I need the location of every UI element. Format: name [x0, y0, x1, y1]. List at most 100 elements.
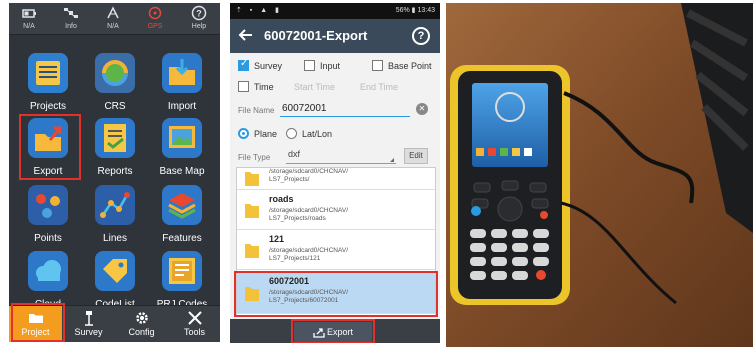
folder-item-root[interactable]: /storage/sdcard0/CHCNAV/ LS7_Projects/ [237, 168, 435, 190]
crs-label: CRS [104, 101, 126, 112]
dropdown-arrow-icon [390, 158, 394, 162]
codelist-icon [95, 251, 135, 291]
help-label: Help [191, 23, 207, 30]
start-time-field[interactable]: Start Time [294, 82, 335, 92]
latlon-label: Lat/Lon [302, 129, 333, 139]
folder-item-roads[interactable]: roads /storage/sdcard0/CHCNAV/ LS7_Proje… [237, 190, 435, 230]
time-checkbox[interactable] [238, 81, 249, 92]
folder-name: roads [269, 194, 294, 204]
latlon-radio[interactable] [286, 128, 297, 139]
nav-config-label: Config [128, 327, 155, 337]
folder-icon [245, 172, 259, 186]
clear-icon[interactable]: ✕ [416, 103, 428, 115]
export-button-highlight-box [291, 319, 375, 343]
folder-path: /storage/sdcard0/CHCNAV/ LS7_Projects/ [269, 168, 348, 183]
help-button-icon[interactable]: ? [412, 27, 430, 45]
status-toolbar: N/A Info N/A GPS ? Help [9, 3, 220, 35]
folder-icon [245, 204, 259, 218]
satellite-status[interactable]: Info [53, 5, 89, 35]
points-button[interactable]: Points [17, 185, 79, 251]
edit-button[interactable]: Edit [404, 148, 428, 164]
lines-label: Lines [103, 233, 127, 244]
folder-icon [245, 244, 259, 258]
import-button[interactable]: Import [151, 53, 213, 119]
folder-path: /storage/sdcard0/CHCNAV/ LS7_Projects/ro… [269, 207, 348, 222]
nav-tools[interactable]: Tools [168, 306, 220, 342]
svg-text:?: ? [196, 9, 202, 19]
android-status-bar: ⇡ ▪ ▲ ▮ 56% ▮ 13:43 [230, 3, 440, 19]
features-button[interactable]: Features [151, 185, 213, 251]
folder-name: 121 [269, 234, 285, 244]
reports-label: Reports [97, 166, 133, 177]
nav-config[interactable]: Config [115, 306, 168, 342]
reports-icon [95, 118, 135, 158]
gear-icon [135, 312, 148, 324]
project-tab-highlight-box [11, 303, 65, 342]
time-label: Time [254, 82, 274, 92]
features-label: Features [162, 233, 202, 244]
base-point-checkbox[interactable] [372, 60, 383, 71]
antenna-icon [107, 6, 119, 19]
crs-button[interactable]: CRS [84, 53, 146, 119]
features-icon [162, 185, 202, 225]
file-type-select[interactable]: dxf [286, 149, 396, 164]
survey-checkbox[interactable] [238, 58, 249, 71]
import-label: Import [167, 101, 197, 112]
tools-icon [187, 311, 202, 325]
points-label: Points [34, 233, 62, 244]
points-icon [28, 185, 68, 225]
base-map-icon [162, 118, 202, 158]
projects-label: Projects [29, 101, 67, 112]
plane-label: Plane [254, 129, 278, 139]
app-bar: 60072001-Export ? [230, 19, 440, 53]
gps-label: GPS [147, 23, 163, 30]
projects-icon [28, 53, 68, 93]
file-type-value: dxf [288, 149, 301, 159]
gps-target-icon [148, 6, 162, 20]
plane-radio[interactable] [238, 128, 249, 139]
selected-folder-highlight-box [234, 271, 438, 317]
base-map-button[interactable]: Base Map [151, 118, 213, 184]
antenna-label: N/A [107, 23, 119, 30]
nav-survey-label: Survey [74, 327, 103, 337]
file-name-label: File Name [238, 106, 275, 115]
export-screen: ⇡ ▪ ▲ ▮ 56% ▮ 13:43 60072001-Export ? Su… [230, 3, 440, 343]
folder-path: /storage/sdcard0/CHCNAV/ LS7_Projects/12… [269, 247, 348, 262]
antenna-status[interactable]: N/A [95, 5, 131, 35]
file-name-input[interactable]: 60072001 [280, 101, 410, 117]
cloud-icon [28, 251, 68, 291]
nav-tools-label: Tools [183, 327, 205, 337]
back-arrow-icon[interactable] [238, 27, 254, 43]
file-type-label: File Type [238, 153, 271, 162]
page-title: 60072001-Export [264, 28, 368, 43]
info-label: Info [65, 23, 77, 30]
project-menu-screen: N/A Info N/A GPS ? Help Projects CRS Imp… [9, 3, 220, 342]
export-highlight-box [19, 114, 81, 180]
help-icon: ? [191, 5, 207, 21]
satellite-icon [64, 8, 78, 18]
help-status[interactable]: ? Help [181, 5, 217, 35]
base-point-label: Base Point [388, 61, 432, 71]
input-checkbox[interactable] [304, 60, 315, 71]
lines-icon [95, 185, 135, 225]
prj-codes-icon [162, 251, 202, 291]
end-time-field[interactable]: End Time [360, 82, 398, 92]
survey-label: Survey [254, 61, 283, 71]
battery-status[interactable]: N/A [11, 5, 47, 35]
import-icon [162, 53, 202, 93]
gps-status[interactable]: GPS [137, 5, 173, 35]
reports-button[interactable]: Reports [84, 118, 146, 184]
rover-icon [84, 311, 93, 326]
notification-icons: ⇡ ▪ ▲ ▮ [236, 7, 282, 14]
crs-icon [95, 53, 135, 93]
folder-item-121[interactable]: 121 /storage/sdcard0/CHCNAV/ LS7_Project… [237, 230, 435, 270]
nav-survey[interactable]: Survey [62, 306, 115, 342]
battery-icon [22, 9, 36, 18]
base-map-label: Base Map [159, 166, 205, 177]
lines-button[interactable]: Lines [84, 185, 146, 251]
projects-button[interactable]: Projects [17, 53, 79, 119]
device-photo [446, 3, 753, 347]
battery-label: N/A [23, 23, 35, 30]
status-right: 56% ▮ 13:43 [395, 7, 435, 14]
handheld-controller-photo [446, 3, 753, 347]
